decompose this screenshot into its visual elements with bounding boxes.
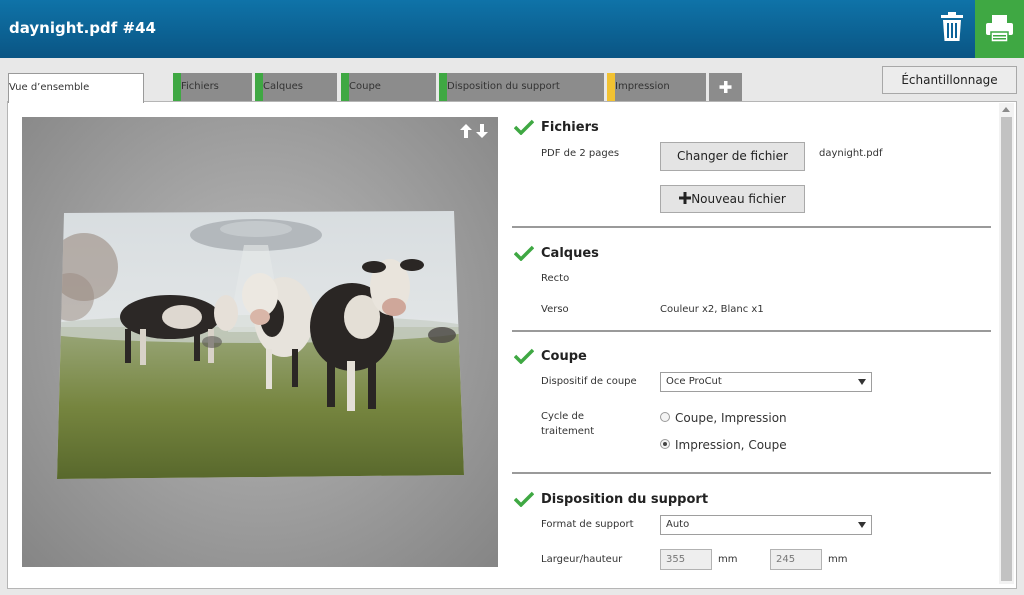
cutting-device-label: Dispositif de coupe [541,376,637,387]
check-icon [514,245,534,261]
document-preview [22,117,498,567]
cycle-label-line2: traitement [541,426,595,437]
cutting-device-value: Oce ProCut [666,376,722,387]
width-input[interactable]: 355 [660,549,712,570]
verso-value: Couleur x2, Blanc x1 [660,304,764,315]
file-name: daynight.pdf [819,148,883,159]
tab-print-label: Impression [615,81,670,92]
change-file-button[interactable]: Changer de fichier [660,142,805,171]
layers-section-title: Calques [541,246,599,261]
radio-print-cut-label[interactable]: Impression, Coupe [675,438,787,452]
tab-overview-label: Vue d’ensemble [9,82,90,93]
height-unit: mm [828,554,848,565]
document-title: daynight.pdf #44 [9,19,156,37]
verso-label: Verso [541,304,569,315]
new-file-label: Nouveau fichier [691,192,786,206]
scroll-up-icon[interactable] [1002,107,1010,112]
sampling-button[interactable]: Échantillonnage [882,66,1017,94]
tab-cut[interactable]: Coupe [341,73,436,101]
print-button[interactable] [975,0,1024,58]
chevron-down-icon [858,379,866,385]
tab-media-layout[interactable]: Disposition du support [439,73,604,101]
media-layout-section-title: Disposition du support [541,492,709,507]
cows-in-field-image [57,211,464,479]
tab-files[interactable]: Fichiers [173,73,252,101]
cycle-label-line1: Cycle de [541,411,585,422]
add-tab-button[interactable] [709,73,742,101]
trash-icon[interactable] [938,10,966,44]
tab-print[interactable]: Impression [607,73,706,101]
app-header: daynight.pdf #44 [0,0,1024,58]
width-unit: mm [718,554,738,565]
cut-section-title: Coupe [541,349,587,364]
check-icon [514,119,534,135]
section-divider [512,226,991,228]
height-input[interactable]: 245 [770,549,822,570]
recto-label: Recto [541,273,570,284]
size-label: Largeur/hauteur [541,554,623,565]
radio-cut-print-label[interactable]: Coupe, Impression [675,411,787,425]
plus-icon [719,81,732,93]
plus-icon [679,192,692,204]
files-info: PDF de 2 pages [541,148,620,159]
check-icon [514,491,534,507]
media-format-value: Auto [666,519,690,530]
tab-layers[interactable]: Calques [255,73,337,101]
printer-icon [986,15,1013,43]
radio-print-cut[interactable] [660,439,670,449]
media-format-label: Format de support [541,519,634,530]
files-section-title: Fichiers [541,120,599,135]
media-format-select[interactable]: Auto [660,515,872,535]
radio-cut-print[interactable] [660,412,670,422]
tab-media-layout-label: Disposition du support [447,81,560,92]
up-down-arrows-icon[interactable] [460,124,492,138]
check-icon [514,348,534,364]
new-file-button[interactable]: Nouveau fichier [660,185,805,213]
panel-scrollbar[interactable] [999,103,1014,584]
chevron-down-icon [858,522,866,528]
tab-files-label: Fichiers [181,81,219,92]
scrollbar-thumb[interactable] [1001,117,1012,581]
section-divider [512,330,991,332]
section-divider [512,472,991,474]
cutting-device-select[interactable]: Oce ProCut [660,372,872,392]
tab-overview[interactable]: Vue d’ensemble [8,73,144,103]
tab-layers-label: Calques [263,81,303,92]
tab-cut-label: Coupe [349,81,381,92]
